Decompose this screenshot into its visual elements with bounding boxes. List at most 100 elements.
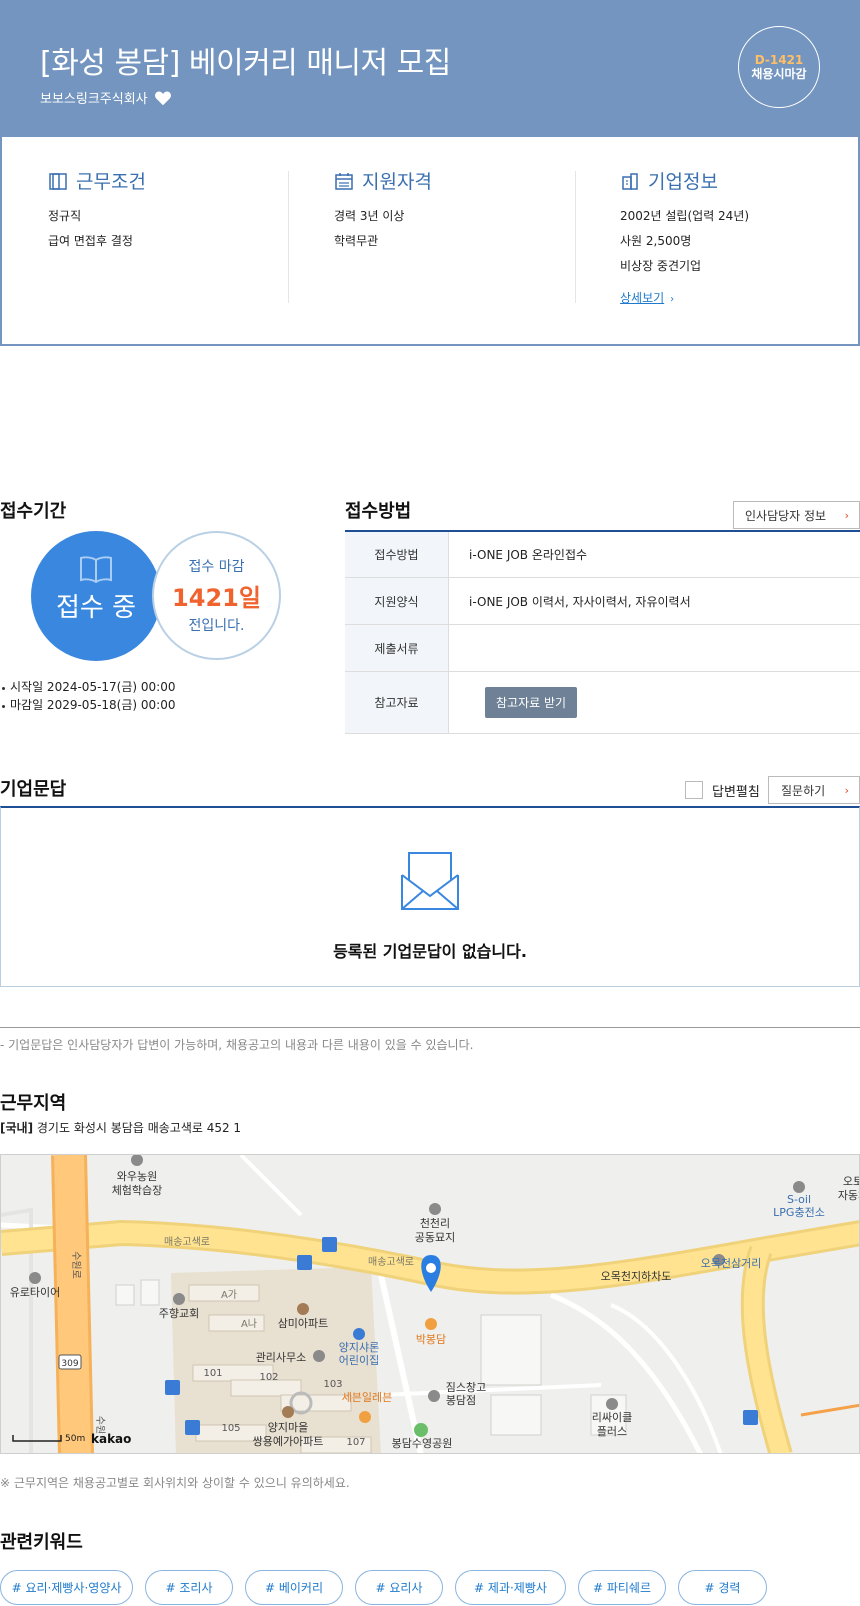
- ask-question-button[interactable]: 질문하기 ›: [768, 776, 860, 804]
- status-text: 접수 중: [55, 593, 137, 623]
- start-date: 시작일 2024-05-17(금) 00:00: [1, 680, 176, 694]
- map-label: 세븐일레븐: [342, 1390, 393, 1404]
- keyword-tag[interactable]: # 요리사: [355, 1570, 443, 1605]
- dday-badge: D-1421 채용시마감: [738, 26, 820, 108]
- book-icon: [80, 556, 112, 583]
- download-reference-button[interactable]: 참고자료 받기: [485, 687, 578, 718]
- divider: [288, 171, 289, 303]
- map-label: 리싸이클: [592, 1411, 632, 1424]
- map-label: 102: [259, 1372, 278, 1383]
- company-info: 기업정보 2002년 설립(업력 24년) 사원 2,500명 비상장 중견기업…: [620, 167, 749, 306]
- address-text: 경기도 화성시 봉담읍 매송고색로 452 1: [36, 1121, 242, 1135]
- table-row: 제출서류: [345, 625, 860, 672]
- qual-experience: 경력 3년 이상: [334, 209, 405, 223]
- heart-icon[interactable]: [154, 90, 172, 106]
- map-label: 천천리: [420, 1216, 450, 1230]
- hr-contact-button[interactable]: 인사담당자 정보 ›: [733, 501, 860, 529]
- keyword-tag[interactable]: # 베이커리: [245, 1570, 343, 1605]
- map-label: 짐스창고: [446, 1381, 486, 1394]
- map-label: A가: [221, 1289, 237, 1301]
- work-salary: 급여 면접후 결정: [48, 234, 133, 248]
- kakao-logo: kakao: [91, 1432, 131, 1446]
- calendar-icon: [335, 172, 353, 190]
- divider: [0, 1027, 860, 1028]
- method-table: 접수방법 i-ONE JOB 온라인접수 지원양식 i-ONE JOB 이력서,…: [345, 530, 860, 734]
- map-label: 와우농원: [117, 1170, 157, 1183]
- keyword-tag[interactable]: # 경력: [678, 1570, 767, 1605]
- map-label: 107: [346, 1437, 365, 1448]
- company-name[interactable]: 보보스링크주식회사: [40, 88, 148, 107]
- keywords-title: 관련키워드: [0, 1532, 83, 1553]
- row-value: i-ONE JOB 이력서, 자사이력서, 자유이력서: [469, 594, 691, 609]
- keyword-tag[interactable]: # 파티쉐르: [578, 1570, 666, 1605]
- map-label: 오토: [843, 1175, 860, 1188]
- keyword-tag[interactable]: # 조리사: [145, 1570, 233, 1605]
- qualifications: 지원자격 경력 3년 이상 학력무관: [334, 167, 432, 254]
- keyword-tag[interactable]: # 제과·제빵사: [455, 1570, 566, 1605]
- chevron-right-icon: ›: [844, 783, 849, 797]
- map-label: 105: [221, 1423, 240, 1434]
- deadline-label: 접수 마감: [188, 559, 245, 575]
- map-label: 체험학습장: [112, 1184, 163, 1197]
- keyword-tag[interactable]: # 요리·제빵사·영양사: [0, 1570, 133, 1605]
- chevron-right-icon: ›: [670, 294, 675, 305]
- map-label: 공동묘지: [415, 1231, 455, 1244]
- envelope-icon: [401, 852, 459, 910]
- period-dates: 시작일 2024-05-17(금) 00:00 마감일 2029-05-18(금…: [1, 678, 176, 714]
- location-map[interactable]: 와우농원 체험학습장 천천리 공동묘지 매송고색로 매송고색로 오목천지하차도 …: [0, 1154, 860, 1454]
- status-circle: 접수 중: [31, 531, 161, 661]
- map-label: 박봉담: [416, 1333, 446, 1346]
- qa-note: - 기업문답은 인사담당자가 답변이 가능하며, 채용공고의 내용과 다른 내용…: [0, 1038, 474, 1052]
- end-date: 마감일 2029-05-18(금) 00:00: [1, 698, 176, 712]
- qa-list: 등록된 기업문답이 없습니다.: [0, 806, 860, 987]
- table-row: 참고자료 참고자료 받기: [345, 672, 860, 734]
- map-label: 매송고색로: [368, 1256, 414, 1268]
- map-label: 삼미아파트: [278, 1317, 329, 1330]
- map-label: 수원로: [70, 1251, 82, 1279]
- method-title: 접수방법: [345, 501, 412, 522]
- door-icon: [49, 172, 67, 190]
- row-value: 참고자료 받기: [449, 672, 860, 733]
- map-label: A나: [241, 1318, 257, 1330]
- location-note: ※ 근무지역은 채용공고별로 회사위치와 상이할 수 있으니 유의하세요.: [0, 1476, 350, 1490]
- chevron-right-icon: ›: [844, 508, 849, 522]
- row-key: 지원양식: [345, 578, 449, 624]
- map-label: 오목천삼거리: [701, 1256, 762, 1270]
- map-scale: 50m: [65, 1434, 85, 1444]
- map-label: 어린이집: [339, 1354, 379, 1367]
- row-value: i-ONE JOB 온라인접수: [469, 548, 588, 562]
- expand-answers-label[interactable]: 답변펼침: [712, 781, 760, 800]
- location-title: 근무지역: [0, 1093, 67, 1114]
- table-row: 접수방법 i-ONE JOB 온라인접수: [345, 532, 860, 578]
- row-value: [449, 625, 860, 671]
- divider: [575, 171, 576, 303]
- map-label: 양지샤론: [339, 1341, 379, 1354]
- company-type: 비상장 중견기업: [620, 259, 702, 273]
- company-detail-link[interactable]: 상세보기 ›: [620, 289, 674, 306]
- row-key: 제출서류: [345, 625, 449, 671]
- table-row: 지원양식 i-ONE JOB 이력서, 자사이력서, 자유이력서: [345, 578, 860, 625]
- map-label: 101: [203, 1368, 222, 1379]
- map-label: 주향교회: [159, 1307, 199, 1320]
- row-key: 접수방법: [345, 532, 449, 577]
- map-label: 쌍용예가아파트: [253, 1435, 324, 1448]
- qa-title: 기업문답: [0, 779, 67, 800]
- job-title: [화성 봉담] 베이커리 매니저 모집: [40, 46, 451, 81]
- company-founded: 2002년 설립(업력 24년): [620, 209, 750, 223]
- map-label: 오목천지하차도: [601, 1269, 672, 1283]
- map-label: 플러스: [597, 1425, 627, 1438]
- keyword-list: # 요리·제빵사·영양사 # 조리사 # 베이커리 # 요리사 # 제과·제빵사…: [0, 1570, 767, 1605]
- map-label: 유로타이어: [10, 1286, 61, 1299]
- address-region: [국내]: [0, 1121, 34, 1135]
- expand-answers-checkbox[interactable]: [685, 781, 703, 799]
- company-employees: 사원 2,500명: [620, 234, 692, 248]
- job-header: [화성 봉담] 베이커리 매니저 모집 보보스링크주식회사 D-1421 채용시…: [0, 0, 860, 137]
- work-conditions: 근무조건 정규직 급여 면접후 결정: [48, 167, 146, 254]
- work-type: 정규직: [48, 209, 82, 223]
- map-label: 자동차: [838, 1189, 860, 1202]
- map-label: 양지마을: [268, 1421, 308, 1434]
- map-label: 봉담점: [446, 1394, 476, 1407]
- map-label: LPG충전소: [773, 1206, 825, 1219]
- company-info-title: 기업정보: [648, 171, 718, 193]
- job-summary: 근무조건 정규직 급여 면접후 결정 지원자격 경력 3년 이상 학력무관 기업…: [0, 137, 860, 346]
